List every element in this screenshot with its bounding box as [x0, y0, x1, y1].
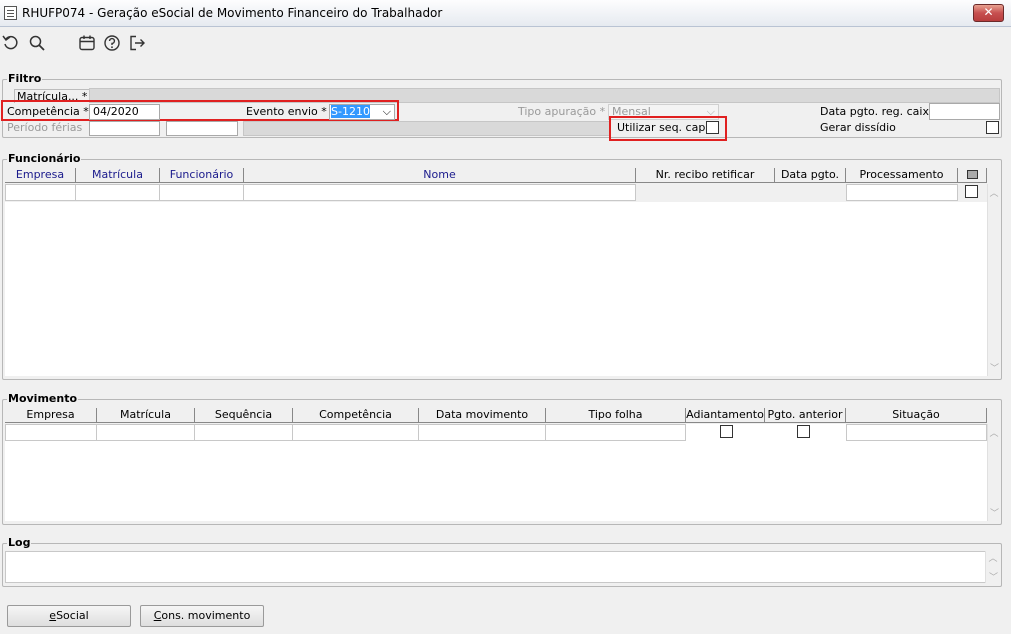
scroll-down-icon[interactable]: ﹀	[988, 361, 1001, 374]
periodo-ferias-end-input[interactable]	[166, 121, 238, 136]
cell-processamento[interactable]	[846, 184, 958, 201]
col-nome[interactable]: Nome	[244, 168, 636, 183]
esocial-label: Social	[56, 609, 89, 622]
cell-empresa[interactable]	[5, 184, 76, 201]
cell-matricula[interactable]	[97, 424, 195, 441]
cell-data-pgto	[775, 184, 846, 201]
filtro-label: Filtro	[7, 72, 43, 85]
scroll-up-icon[interactable]: ︿	[988, 186, 1000, 199]
competencia-input[interactable]: 04/2020	[89, 104, 160, 120]
esocial-button[interactable]: eSocial	[7, 605, 131, 627]
col-adiantamento[interactable]: Adiantamento	[686, 408, 765, 423]
scroll-down-icon[interactable]: ﹀	[988, 506, 1001, 519]
scroll-down-icon[interactable]: ﹀	[986, 570, 1001, 583]
col-empresa[interactable]: Empresa	[5, 168, 76, 183]
cell-competencia[interactable]	[293, 424, 419, 441]
calendar-icon[interactable]	[78, 34, 96, 52]
periodo-ferias-label: Período férias	[7, 121, 83, 134]
cons-movimento-button[interactable]: Cons. movimento	[140, 605, 264, 627]
table-row[interactable]	[5, 424, 987, 441]
gerar-dissidio-checkbox[interactable]	[986, 121, 999, 134]
col-funcionario[interactable]: Funcionário	[160, 168, 244, 183]
cell-empresa[interactable]	[5, 424, 97, 441]
funcionario-grid-header: Empresa Matrícula Funcionário Nome Nr. r…	[5, 168, 987, 184]
title-bar: RHUFP074 - Geração eSocial de Movimento …	[0, 0, 1011, 27]
cell-tipo-folha[interactable]	[546, 424, 686, 441]
adiantamento-checkbox[interactable]	[720, 425, 733, 438]
col-matricula[interactable]: Matrícula	[97, 408, 195, 423]
tipo-apuracao-label: Tipo apuração *	[518, 105, 606, 118]
movimento-label: Movimento	[7, 392, 79, 405]
cell-nome[interactable]	[244, 184, 636, 201]
chevron-down-icon: ⌵	[382, 105, 391, 118]
close-button[interactable]: ✕	[973, 4, 1004, 22]
search-icon[interactable]	[28, 34, 46, 52]
cell-nr-recibo	[636, 184, 775, 201]
funcionario-empty-area	[5, 202, 987, 376]
movimento-grid: Empresa Matrícula Sequência Competência …	[5, 408, 987, 521]
select-all-icon	[966, 170, 978, 179]
col-sequencia[interactable]: Sequência	[195, 408, 293, 423]
scroll-up-icon[interactable]: ︿	[986, 551, 1000, 564]
cons-label: ons. movimento	[161, 609, 251, 622]
cell-situacao[interactable]	[846, 424, 987, 441]
scroll-up-icon[interactable]: ︿	[988, 426, 1000, 439]
data-pgto-input[interactable]	[929, 103, 1000, 120]
col-select-all[interactable]	[958, 168, 987, 183]
row-select-checkbox[interactable]	[965, 185, 978, 198]
data-pgto-label: Data pgto. reg. caixa	[820, 105, 936, 118]
document-icon	[4, 6, 17, 20]
evento-envio-value: S-1210	[331, 105, 370, 118]
utilizar-seq-label: Utilizar seq. capa	[617, 121, 713, 134]
funcionario-grid: Empresa Matrícula Funcionário Nome Nr. r…	[5, 168, 987, 376]
cell-data-movimento[interactable]	[419, 424, 546, 441]
col-empresa[interactable]: Empresa	[5, 408, 97, 423]
col-data-movimento[interactable]: Data movimento	[419, 408, 546, 423]
cell-sequencia[interactable]	[195, 424, 293, 441]
exit-icon[interactable]	[128, 34, 146, 52]
help-icon[interactable]	[103, 34, 121, 52]
evento-envio-select[interactable]: S-1210 ⌵	[329, 104, 395, 120]
gerar-dissidio-label: Gerar dissídio	[820, 121, 896, 134]
col-competencia[interactable]: Competência	[293, 408, 419, 423]
funcionario-scrollbar[interactable]: ︿ ﹀	[987, 184, 1000, 376]
col-processamento[interactable]: Processamento	[846, 168, 958, 183]
col-tipo-folha[interactable]: Tipo folha	[546, 408, 686, 423]
movimento-grid-header: Empresa Matrícula Sequência Competência …	[5, 408, 987, 424]
table-row[interactable]	[5, 184, 987, 201]
col-data-pgto[interactable]: Data pgto.	[775, 168, 846, 183]
movimento-scrollbar[interactable]: ︿ ﹀	[987, 424, 1000, 521]
toolbar	[0, 28, 1011, 60]
col-nr-recibo[interactable]: Nr. recibo retificar	[636, 168, 775, 183]
pgto-anterior-checkbox[interactable]	[797, 425, 810, 438]
evento-envio-label: Evento envio *	[246, 105, 327, 118]
periodo-ferias-start-input[interactable]	[89, 121, 160, 136]
window-title: RHUFP074 - Geração eSocial de Movimento …	[22, 6, 443, 20]
col-pgto-anterior[interactable]: Pgto. anterior	[765, 408, 846, 423]
funcionario-label: Funcionário	[7, 152, 82, 165]
periodo-ferias-description	[243, 121, 611, 136]
log-textarea[interactable]	[5, 551, 987, 583]
utilizar-seq-checkbox[interactable]	[706, 121, 719, 134]
log-scrollbar[interactable]: ︿ ﹀	[985, 551, 1000, 583]
log-label: Log	[7, 536, 32, 549]
cell-matricula[interactable]	[76, 184, 160, 201]
col-matricula[interactable]: Matrícula	[76, 168, 160, 183]
cell-funcionario[interactable]	[160, 184, 244, 201]
competencia-label: Competência *	[7, 105, 89, 118]
col-situacao[interactable]: Situação	[846, 408, 987, 423]
undo-icon[interactable]	[2, 34, 20, 52]
